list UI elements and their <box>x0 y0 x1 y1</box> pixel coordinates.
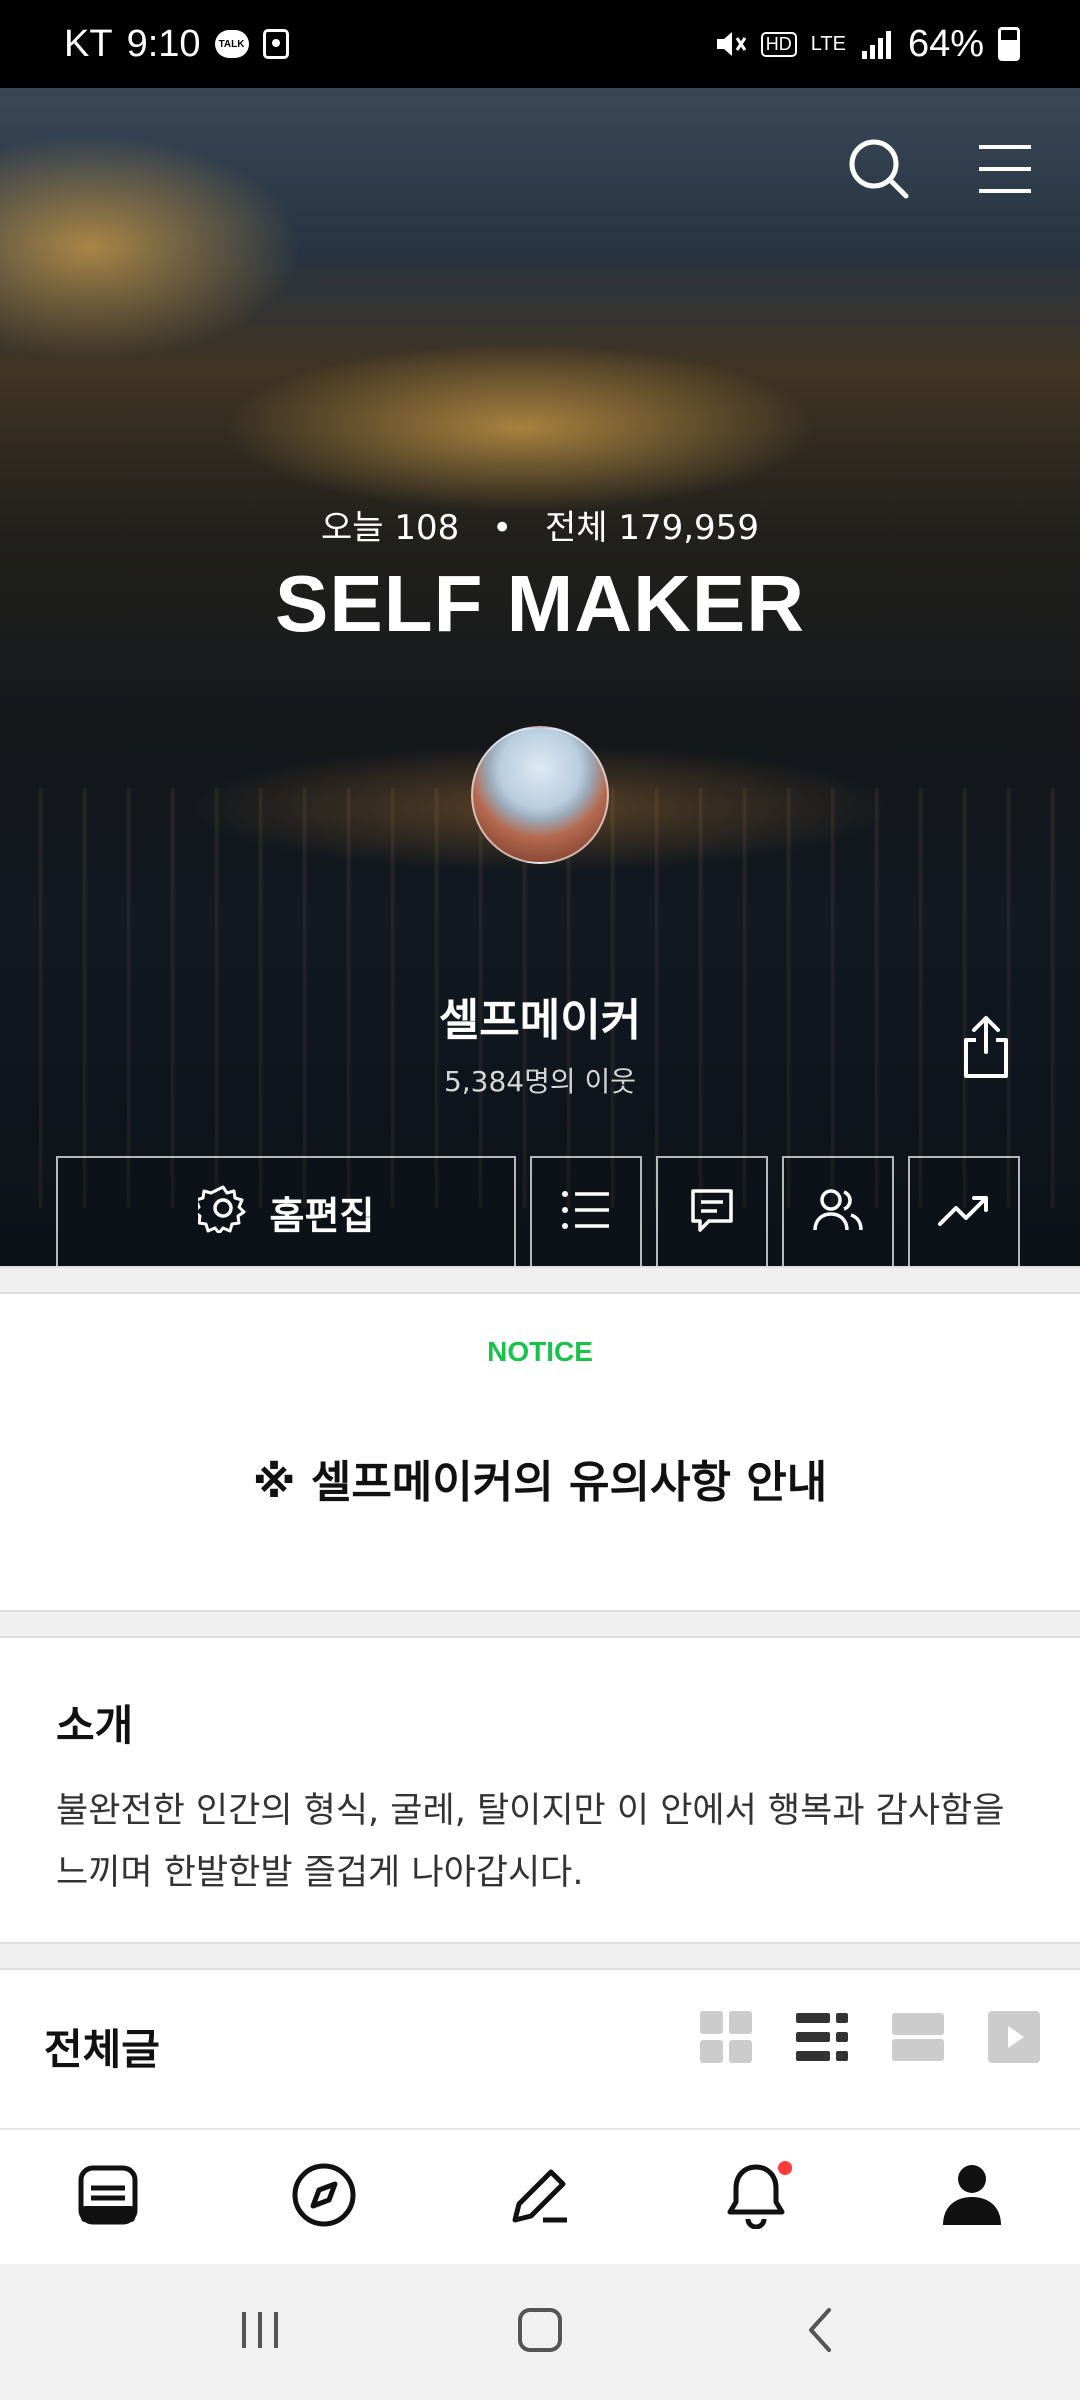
home-icon <box>516 2306 564 2358</box>
home-button[interactable] <box>490 2292 590 2372</box>
total-count: 전체 179,959 <box>544 508 759 548</box>
write-tab[interactable] <box>490 2147 590 2247</box>
today-count: 오늘 108 <box>321 508 460 548</box>
calendar-icon <box>262 29 289 59</box>
neighbor-count[interactable]: 5,384명의 이웃 <box>0 1060 1080 1100</box>
stats-button[interactable] <box>908 1156 1020 1266</box>
carrier-label: KT <box>64 22 113 65</box>
comment-icon <box>687 1185 737 1239</box>
system-navigation <box>0 2264 1080 2400</box>
list-view-icon[interactable] <box>796 2010 848 2064</box>
notice-label: NOTICE <box>487 1336 593 1367</box>
status-bar: KT 9:10 TALK HD LTE 64% <box>0 0 1080 88</box>
notification-badge <box>778 2161 792 2175</box>
kakaotalk-icon: TALK <box>214 30 249 58</box>
visitor-counts: 오늘 108 • 전체 179,959 <box>0 500 1080 549</box>
top-actions <box>844 134 1040 204</box>
notifications-tab[interactable] <box>706 2147 806 2247</box>
recents-icon <box>238 2308 282 2356</box>
back-button[interactable] <box>770 2292 870 2372</box>
feed-icon <box>77 2164 139 2230</box>
intro-text: 불완전한 인간의 형식, 굴레, 탈이지만 이 안에서 행복과 감사함을 느끼며… <box>56 1791 1005 1893</box>
lte-icon: LTE <box>810 32 846 55</box>
section-divider <box>0 1610 1080 1638</box>
menu-icon[interactable] <box>970 134 1040 204</box>
explore-tab[interactable] <box>274 2147 374 2247</box>
count-separator: • <box>492 508 513 548</box>
mute-icon <box>713 27 747 61</box>
profile-avatar[interactable] <box>471 726 609 864</box>
all-posts-heading: 전체글 <box>44 2025 160 2074</box>
list-icon <box>561 1189 611 1235</box>
grid-view-icon[interactable] <box>700 2010 752 2064</box>
feed-tab[interactable] <box>58 2147 158 2247</box>
bottom-navigation <box>0 2128 1080 2264</box>
people-icon <box>811 1185 865 1239</box>
card-view-icon[interactable] <box>892 2010 944 2064</box>
home-edit-button[interactable]: 홈편집 <box>56 1156 516 1266</box>
compass-icon <box>291 2162 357 2232</box>
trending-icon <box>936 1190 992 1234</box>
notice-title-link[interactable]: ※ 셀프메이커의 유의사항 안내 <box>0 1446 1080 1510</box>
intro-heading: 소개 <box>56 1701 134 1750</box>
battery-label: 64% <box>907 22 984 65</box>
neighbors-button[interactable] <box>782 1156 894 1266</box>
recent-apps-button[interactable] <box>210 2292 310 2372</box>
person-icon <box>941 2163 1003 2231</box>
section-divider <box>0 1942 1080 1970</box>
pencil-icon <box>507 2162 573 2232</box>
share-icon[interactable] <box>956 1012 1026 1088</box>
gear-icon <box>192 1183 248 1242</box>
hd-icon: HD <box>760 31 797 57</box>
nickname: 셀프메이커 <box>438 995 642 1046</box>
search-icon[interactable] <box>844 134 914 204</box>
blog-cover: 오늘 108 • 전체 179,959 SELF MAKER 셀프메이커 5,3… <box>0 88 1080 1266</box>
section-divider <box>0 1266 1080 1294</box>
home-actions: 홈편집 <box>56 1156 1020 1266</box>
guestbook-button[interactable] <box>656 1156 768 1266</box>
category-list-button[interactable] <box>530 1156 642 1266</box>
my-tab[interactable] <box>922 2147 1022 2247</box>
video-view-icon[interactable] <box>988 2010 1040 2064</box>
blog-title: SELF MAKER <box>275 559 805 648</box>
battery-icon <box>998 27 1020 61</box>
home-edit-label: 홈편집 <box>269 1193 375 1238</box>
back-icon <box>803 2306 837 2358</box>
signal-icon <box>860 29 894 59</box>
view-mode-toggles <box>700 2010 1040 2064</box>
time-label: 9:10 <box>126 22 201 65</box>
